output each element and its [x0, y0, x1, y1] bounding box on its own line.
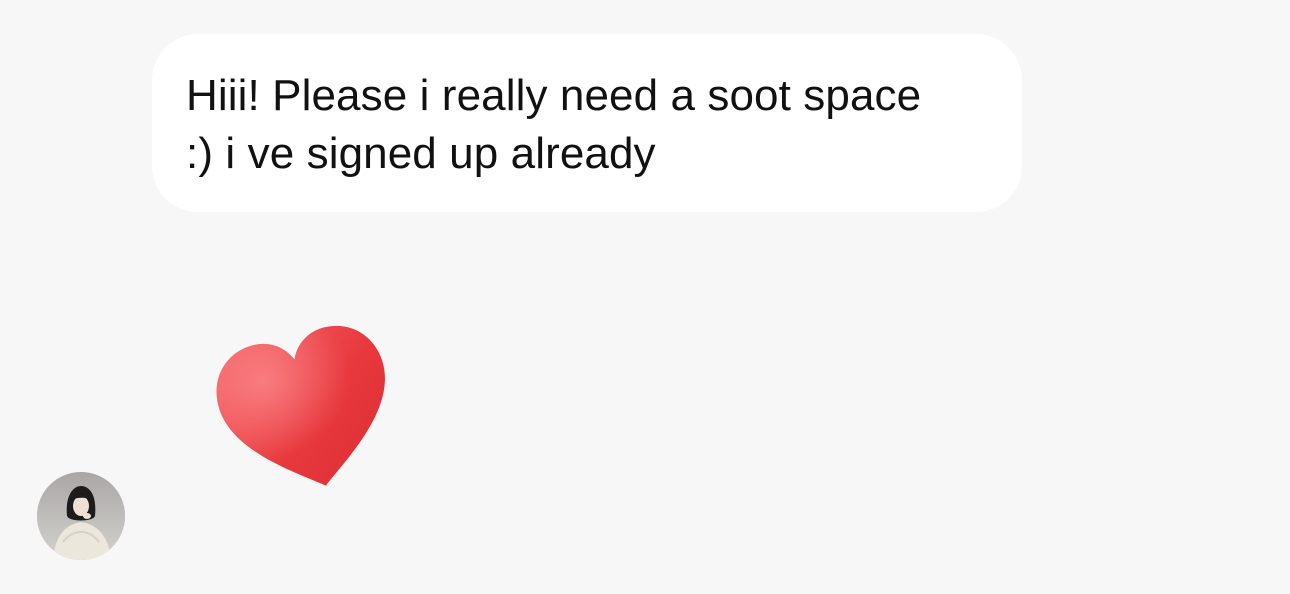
- message-text: Hiii! Please i really need a soot space …: [186, 71, 922, 178]
- chat-thread: Hiii! Please i really need a soot space …: [0, 0, 1290, 594]
- red-heart-icon[interactable]: [212, 320, 402, 500]
- incoming-message-bubble[interactable]: Hiii! Please i really need a soot space …: [152, 34, 1022, 212]
- sender-avatar[interactable]: [37, 472, 125, 560]
